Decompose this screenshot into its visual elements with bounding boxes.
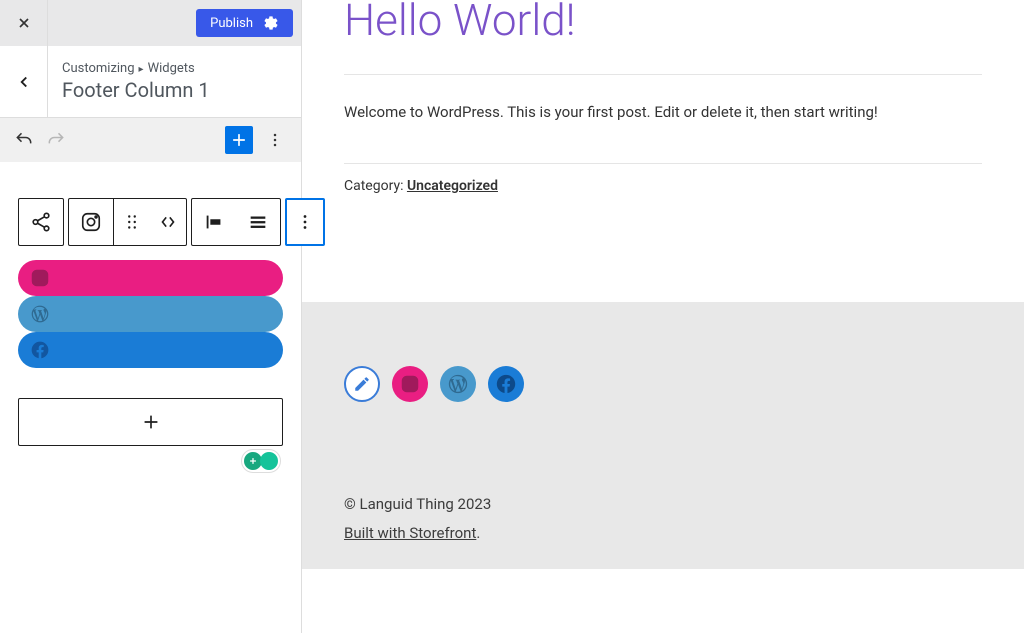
share-icon (30, 211, 52, 233)
close-button[interactable] (0, 0, 48, 46)
instagram-social-link[interactable] (392, 366, 428, 402)
instagram-icon (80, 211, 102, 233)
section-title: Footer Column 1 (62, 78, 210, 102)
add-block-button[interactable] (18, 398, 283, 446)
close-icon (16, 15, 32, 31)
wordpress-link-pill[interactable] (18, 296, 283, 332)
plus-icon (140, 411, 162, 433)
breadcrumb: Customizing▸Widgets (62, 61, 210, 76)
share-block-button[interactable] (19, 198, 63, 246)
post-body: Welcome to WordPress. This is your first… (344, 103, 982, 121)
redo-button[interactable] (44, 128, 68, 152)
social-links-block[interactable] (18, 260, 283, 368)
instagram-icon (400, 374, 420, 394)
publish-button[interactable]: Publish (196, 9, 293, 37)
align-left-icon (203, 211, 225, 233)
more-options-button[interactable] (261, 126, 289, 154)
more-vertical-icon (294, 211, 316, 233)
drag-handle-button[interactable] (114, 198, 150, 246)
more-vertical-icon (265, 130, 285, 150)
preview-pane: Hello World! Welcome to WordPress. This … (302, 0, 1024, 633)
facebook-social-link[interactable] (488, 366, 524, 402)
chevrons-icon (157, 211, 179, 233)
copyright-text: © Languid Thing 2023 (344, 490, 982, 519)
drag-icon (121, 211, 143, 233)
justify-button[interactable] (236, 198, 280, 246)
undo-icon (14, 130, 34, 150)
footer-social-icons (302, 302, 1024, 420)
align-left-button[interactable] (192, 198, 236, 246)
back-button[interactable] (0, 46, 48, 118)
chevron-left-icon (15, 73, 33, 91)
block-toolbar (18, 198, 283, 246)
grammarly-icon (260, 452, 278, 470)
facebook-icon (30, 340, 50, 360)
block-more-button[interactable] (287, 200, 323, 244)
edit-widget-button[interactable] (344, 366, 380, 402)
undo-button[interactable] (12, 128, 36, 152)
built-with-link[interactable]: Built with Storefront (344, 524, 476, 542)
plus-icon (229, 130, 249, 150)
instagram-block-button[interactable] (69, 198, 113, 246)
justify-icon (247, 211, 269, 233)
category-link[interactable]: Uncategorized (407, 178, 498, 194)
publish-label: Publish (210, 16, 253, 31)
post-title[interactable]: Hello World! (344, 0, 982, 46)
wordpress-social-link[interactable] (440, 366, 476, 402)
wordpress-icon (447, 373, 469, 395)
grammarly-widget[interactable] (241, 449, 281, 473)
facebook-icon (495, 373, 517, 395)
instagram-link-pill[interactable] (18, 260, 283, 296)
gear-icon (263, 15, 279, 31)
facebook-link-pill[interactable] (18, 332, 283, 368)
category-line: Category: Uncategorized (344, 178, 982, 194)
redo-icon (46, 130, 66, 150)
wordpress-icon (30, 304, 50, 324)
add-block-toolbar-button[interactable] (225, 126, 253, 154)
pencil-icon (353, 375, 371, 393)
instagram-icon (30, 268, 50, 288)
move-button[interactable] (150, 198, 186, 246)
